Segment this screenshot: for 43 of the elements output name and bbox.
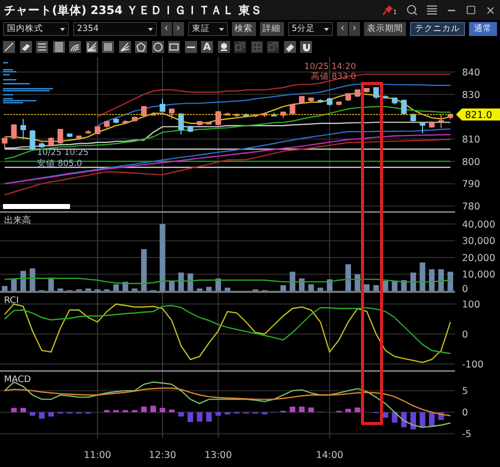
axis-label: 20,000	[462, 253, 496, 264]
panel-title: 出来高	[4, 216, 31, 226]
axis-label: 810	[462, 134, 480, 146]
axis-label: -100	[462, 360, 484, 370]
axis-label: 830	[462, 90, 480, 101]
time-label: 13:00	[204, 450, 232, 461]
dropdown[interactable]: 東証	[188, 22, 228, 36]
low-price-label: 安値 805.0	[37, 159, 82, 169]
mode-button[interactable]: 通常	[469, 22, 498, 36]
axis-label: 800	[462, 156, 480, 168]
next-button[interactable]: ›	[349, 22, 360, 36]
low-price-label: 10/25 10:25	[37, 148, 89, 158]
axis-label: 0	[462, 408, 468, 419]
next-button[interactable]: ›	[172, 22, 184, 36]
toolbar-button[interactable]: 検索	[232, 22, 256, 36]
time-label: 12:30	[148, 450, 176, 461]
axis-label: 100	[462, 300, 480, 310]
previous-button[interactable]: ‹	[337, 22, 348, 36]
axis-label: 30,000	[462, 236, 496, 248]
drawing-tool-button[interactable]: A	[201, 41, 213, 53]
axis-label: 790	[462, 179, 480, 190]
panel-title: MACD	[4, 375, 31, 385]
dropdown[interactable]: 5分足	[288, 22, 334, 36]
time-label: 11:00	[84, 450, 112, 461]
window-title: チャート(単体) 2354 ＹＥＤＩＧＩＴＡＬ 東Ｓ	[4, 2, 263, 18]
axis-label: 0	[462, 284, 468, 293]
time-label: 14:00	[316, 450, 344, 461]
axis-label: 780	[462, 202, 480, 213]
axis-label: 40,000	[462, 220, 496, 230]
panel-title: RCI	[4, 296, 19, 306]
previous-button[interactable]: ‹	[160, 22, 172, 36]
axis-label: -5	[462, 429, 472, 440]
dropdown[interactable]: 国内株式	[3, 22, 69, 36]
mode-button[interactable]: テクニカル	[410, 22, 466, 36]
last-price-tag: 821.0	[456, 108, 500, 121]
toolbar-button[interactable]: 詳細	[260, 22, 284, 36]
high-price-label: 10/25 14:20	[304, 62, 356, 72]
axis-label: 10,000	[462, 270, 496, 281]
axis-label: 5	[462, 386, 468, 398]
toolbar-button[interactable]: 表示期間	[364, 22, 406, 36]
axis-label: 840	[462, 67, 480, 78]
dropdown[interactable]: 2354	[73, 22, 157, 36]
axis-label: 0	[462, 330, 468, 340]
